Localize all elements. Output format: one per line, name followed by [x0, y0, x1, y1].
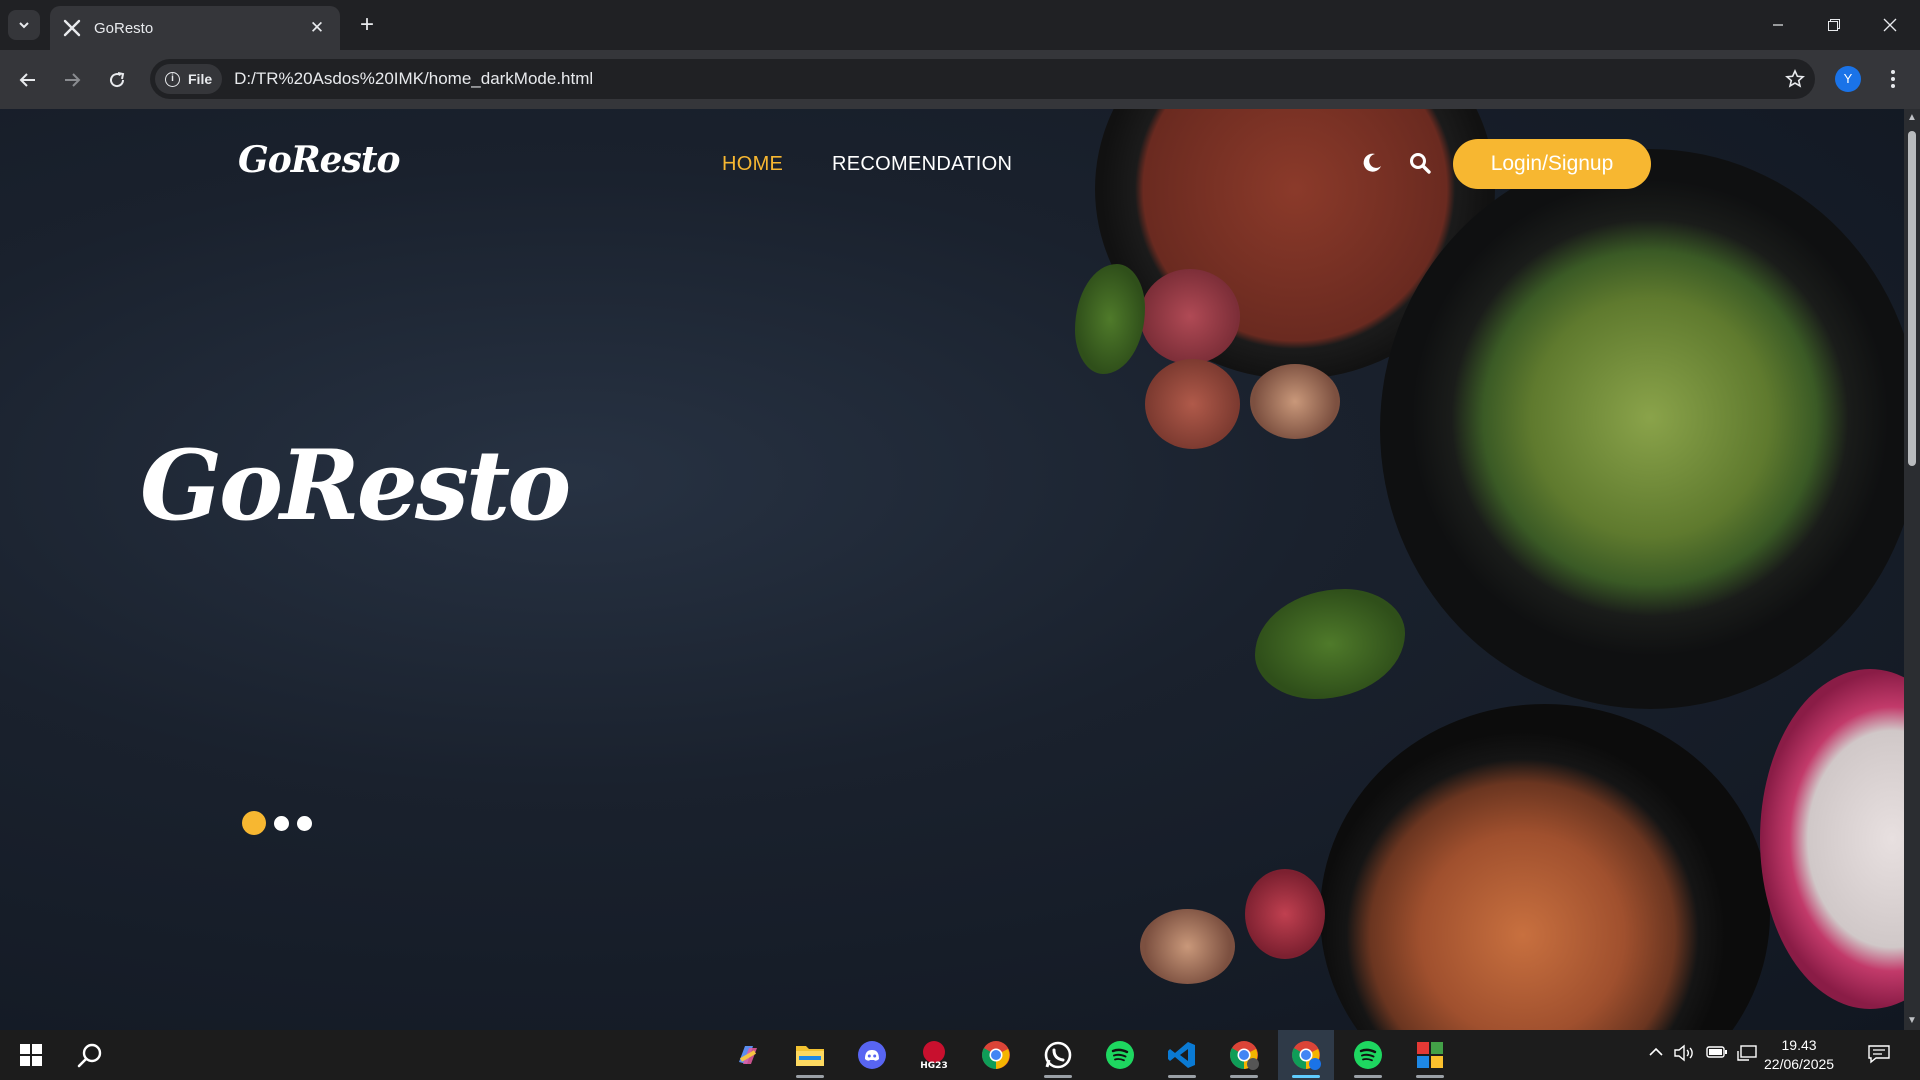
info-icon: i	[165, 71, 180, 87]
nav-recomendation-link[interactable]: RECOMENDATION	[832, 153, 1012, 176]
new-tab-button[interactable]: +	[354, 12, 380, 38]
volume-icon[interactable]	[1674, 1044, 1696, 1067]
taskbar: HG23 19.43 22/06/2025	[0, 1030, 1920, 1080]
search-icon[interactable]	[1408, 151, 1432, 175]
spotify-icon-2[interactable]	[1340, 1030, 1396, 1080]
taskbar-search-icon[interactable]	[62, 1030, 118, 1080]
chrome-profile-icon[interactable]	[1216, 1030, 1272, 1080]
restore-button[interactable]	[1806, 0, 1862, 50]
moon-icon[interactable]	[1360, 151, 1384, 175]
close-window-button[interactable]	[1862, 0, 1918, 50]
notifications-icon[interactable]	[1868, 1044, 1890, 1069]
address-bar[interactable]: i File D:/TR%20Asdos%20IMK/home_darkMode…	[150, 59, 1815, 99]
profile-avatar[interactable]: Y	[1835, 66, 1861, 92]
site-info-chip[interactable]: i File	[155, 64, 223, 94]
scroll-down-icon[interactable]: ▼	[1907, 1016, 1917, 1026]
page-scrollbar[interactable]: ▲ ▼	[1904, 109, 1920, 1030]
minimize-button[interactable]	[1750, 0, 1806, 50]
chevron-down-icon	[19, 22, 29, 29]
arrow-left-icon	[19, 73, 35, 87]
discord-icon[interactable]	[844, 1030, 900, 1080]
page-viewport: GoResto HOME RECOMENDATION Login/Signup …	[0, 109, 1904, 1030]
battery-icon[interactable]	[1706, 1044, 1728, 1065]
clock-time: 19.43	[1781, 1037, 1817, 1053]
chip-label: File	[188, 71, 213, 87]
clock-date: 22/06/2025	[1764, 1056, 1835, 1072]
vscode-icon[interactable]	[1154, 1030, 1210, 1080]
bookmark-star-icon[interactable]	[1775, 69, 1815, 89]
tab-close-icon[interactable]: ✕	[306, 17, 328, 39]
hero-title: GoResto	[140, 429, 571, 542]
scrollbar-thumb[interactable]	[1908, 131, 1916, 466]
copilot-icon[interactable]	[720, 1030, 776, 1080]
tab-title: GoResto	[94, 19, 154, 37]
scroll-up-icon[interactable]: ▲	[1907, 113, 1917, 123]
hg23-label: HG23	[920, 1061, 947, 1071]
minimize-icon	[1773, 24, 1783, 26]
slider-dots	[242, 811, 320, 835]
spotify-icon[interactable]	[1092, 1030, 1148, 1080]
reload-icon	[110, 72, 125, 88]
restore-icon	[1828, 19, 1840, 31]
slider-dot-3[interactable]	[297, 815, 312, 831]
nav-home-link[interactable]: HOME	[722, 153, 783, 176]
clock[interactable]: 19.43 22/06/2025	[1764, 1036, 1834, 1074]
utensils-icon	[62, 18, 82, 38]
network-icon[interactable]	[1736, 1044, 1758, 1067]
back-button[interactable]	[12, 64, 44, 96]
reload-button[interactable]	[101, 64, 133, 96]
chevron-up-icon[interactable]	[1648, 1044, 1664, 1065]
tab-search-button[interactable]	[8, 10, 40, 40]
chrome-icon[interactable]	[968, 1030, 1024, 1080]
hg23-icon[interactable]: HG23	[906, 1030, 962, 1080]
arrow-right-icon	[65, 73, 81, 87]
browser-toolbar: i File D:/TR%20Asdos%20IMK/home_darkMode…	[0, 50, 1920, 109]
chrome-active-icon[interactable]	[1278, 1030, 1334, 1080]
close-icon	[1883, 18, 1897, 32]
slider-dot-1[interactable]	[242, 811, 266, 835]
file-explorer-icon[interactable]	[782, 1030, 838, 1080]
forward-button[interactable]	[56, 64, 88, 96]
slider-dot-2[interactable]	[274, 815, 289, 831]
tab-strip: GoResto ✕ +	[0, 0, 1920, 50]
winrar-icon[interactable]	[1402, 1030, 1458, 1080]
menu-icon[interactable]	[1880, 64, 1906, 94]
whatsapp-icon[interactable]	[1030, 1030, 1086, 1080]
windows-start-icon[interactable]	[3, 1030, 59, 1080]
browser-tab[interactable]: GoResto ✕	[50, 6, 340, 50]
url-text[interactable]: D:/TR%20Asdos%20IMK/home_darkMode.html	[234, 69, 1775, 89]
login-signup-button[interactable]: Login/Signup	[1453, 139, 1651, 189]
site-logo[interactable]: GoResto	[238, 139, 400, 181]
